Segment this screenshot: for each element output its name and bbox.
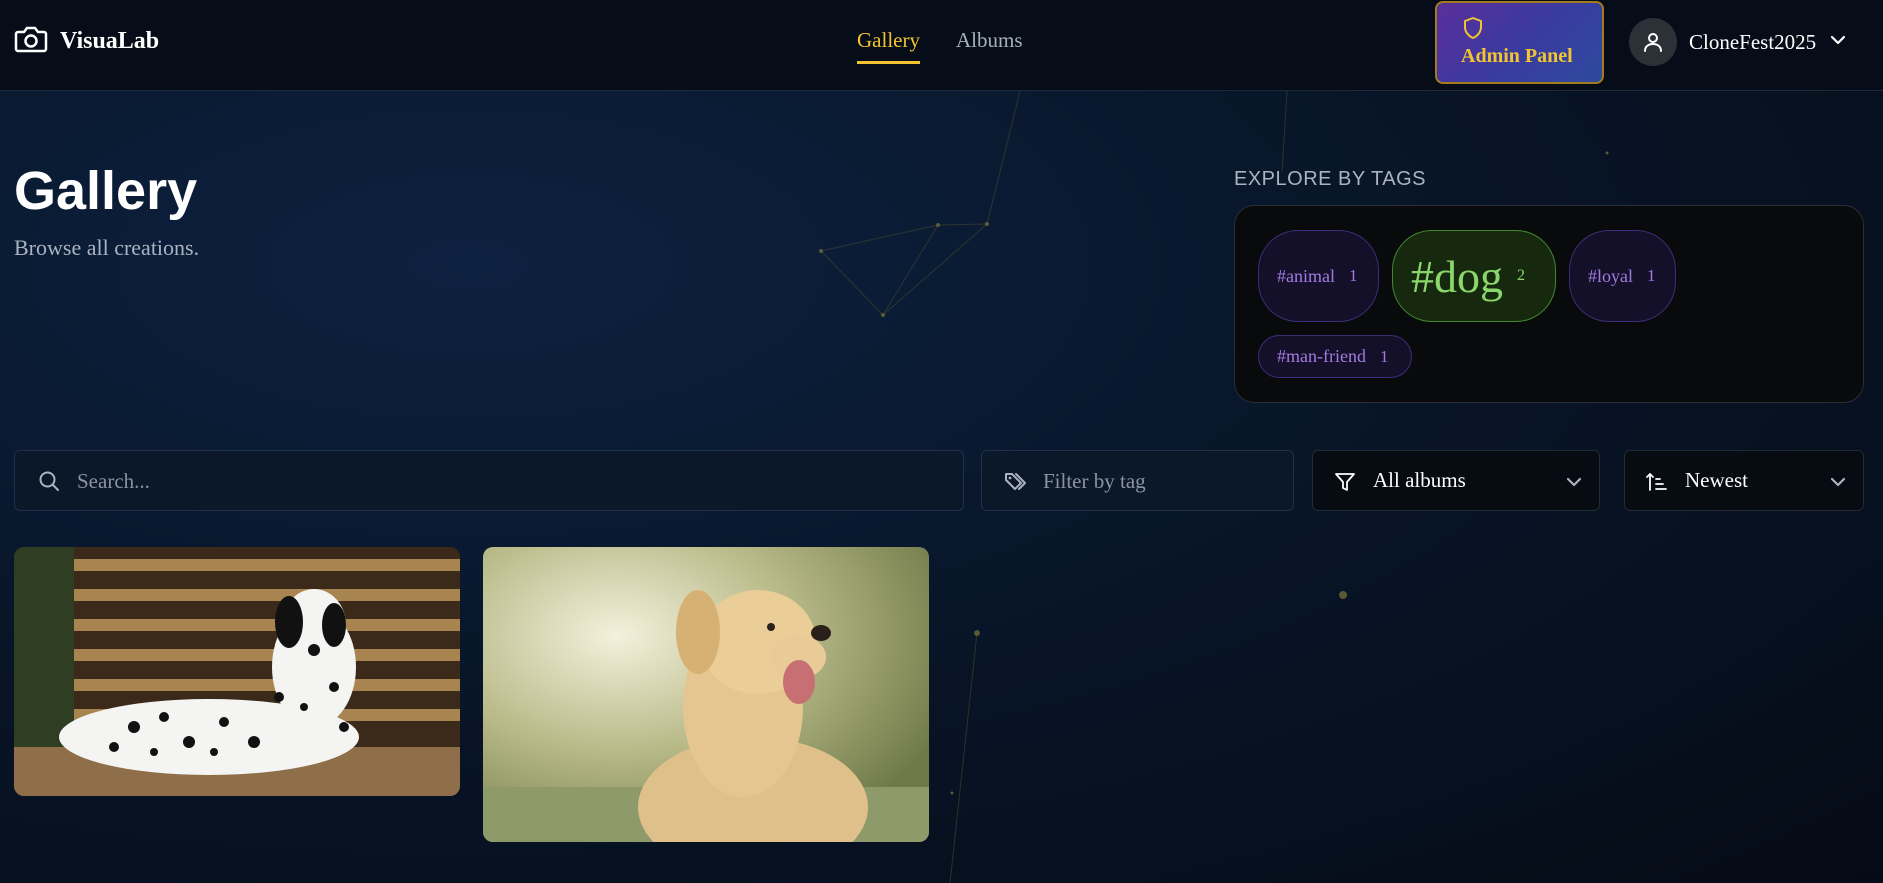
dalmatian-photo bbox=[14, 547, 460, 796]
chevron-down-icon bbox=[1565, 473, 1583, 496]
tag-name: #animal bbox=[1277, 265, 1335, 286]
album-select-value: All albums bbox=[1373, 468, 1466, 492]
search-icon bbox=[37, 469, 61, 498]
shield-icon bbox=[1463, 16, 1483, 46]
nav-gallery[interactable]: Gallery bbox=[857, 28, 920, 64]
tags-panel: #animal 1 #dog 2 #loyal 1 #man-friend 1 bbox=[1234, 205, 1864, 403]
tag-chip-animal[interactable]: #animal 1 bbox=[1258, 230, 1379, 322]
album-select[interactable]: All albums bbox=[1312, 450, 1600, 511]
tag-chip-man-friend[interactable]: #man-friend 1 bbox=[1258, 335, 1412, 378]
admin-panel-button[interactable]: Admin Panel bbox=[1435, 1, 1604, 84]
chevron-down-icon bbox=[1829, 473, 1847, 496]
nav-albums[interactable]: Albums bbox=[956, 28, 1023, 64]
tag-name: #loyal bbox=[1588, 265, 1633, 286]
tag-filter-box bbox=[981, 450, 1294, 511]
tag-count: 2 bbox=[1517, 267, 1525, 284]
sort-select-value: Newest bbox=[1685, 468, 1748, 492]
tag-count: 1 bbox=[1647, 266, 1656, 285]
chevron-down-icon bbox=[1828, 30, 1848, 55]
main-nav: Gallery Albums bbox=[857, 28, 1023, 64]
tag-filter-input[interactable] bbox=[1043, 465, 1263, 497]
avatar bbox=[1629, 18, 1677, 66]
user-icon bbox=[1644, 33, 1662, 52]
admin-panel-label: Admin Panel bbox=[1461, 45, 1573, 67]
page-title: Gallery bbox=[14, 161, 198, 221]
tag-count: 1 bbox=[1379, 346, 1389, 366]
sort-select[interactable]: Newest bbox=[1624, 450, 1864, 511]
tag-name: #man-friend bbox=[1277, 346, 1366, 366]
image-card-labrador[interactable] bbox=[483, 547, 929, 842]
tag-name: #dog bbox=[1411, 250, 1503, 302]
tags-icon bbox=[1004, 470, 1030, 499]
tag-chip-dog[interactable]: #dog 2 bbox=[1392, 230, 1556, 322]
labrador-photo bbox=[483, 547, 929, 842]
tag-count: 1 bbox=[1348, 266, 1358, 285]
top-navigation-bar: VisuaLab Gallery Albums Admin Panel Clon… bbox=[0, 0, 1883, 91]
image-card-dalmatian[interactable] bbox=[14, 547, 460, 796]
search-box bbox=[14, 450, 964, 511]
tags-heading: EXPLORE BY TAGS bbox=[1234, 168, 1427, 190]
tag-chip-loyal[interactable]: #loyal 1 bbox=[1569, 230, 1676, 322]
filter-icon bbox=[1333, 470, 1357, 499]
brand[interactable]: VisuaLab bbox=[14, 24, 159, 59]
username: CloneFest2025 bbox=[1689, 29, 1817, 54]
sort-icon bbox=[1645, 470, 1669, 499]
search-input[interactable] bbox=[77, 465, 777, 497]
brand-name: VisuaLab bbox=[60, 28, 160, 54]
page-subtitle: Browse all creations. bbox=[14, 235, 200, 260]
camera-icon bbox=[14, 24, 48, 59]
user-menu[interactable]: CloneFest2025 bbox=[1629, 18, 1848, 66]
